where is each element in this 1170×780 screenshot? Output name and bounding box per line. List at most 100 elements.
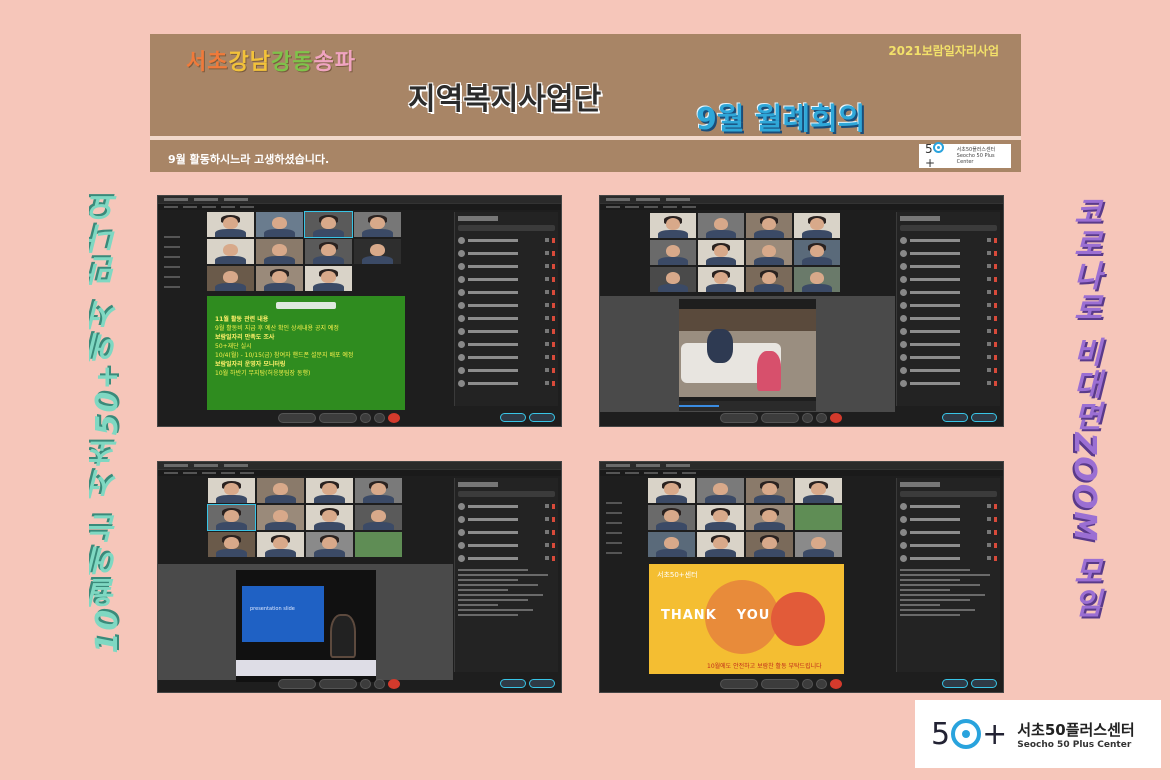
video-tile[interactable] [257,478,304,503]
invite-button[interactable] [500,413,526,422]
participant-row[interactable] [458,540,555,550]
video-tile[interactable] [306,532,353,557]
participant-row[interactable] [458,378,555,388]
participant-row[interactable] [458,274,555,284]
video-tile[interactable] [208,478,255,503]
video-tile[interactable] [305,266,352,291]
video-tile[interactable] [648,505,695,530]
participant-row[interactable] [458,326,555,336]
more-button[interactable] [816,679,827,689]
participant-row[interactable] [900,365,997,375]
invite-button[interactable] [942,413,968,422]
participant-row[interactable] [900,501,997,511]
participant-row[interactable] [900,352,997,362]
video-progress-bar[interactable] [679,401,816,411]
more-button[interactable] [816,413,827,423]
video-tile[interactable] [650,240,696,265]
video-tile[interactable] [355,532,402,557]
mute-button[interactable] [278,679,316,689]
end-button[interactable] [388,413,400,423]
video-tile[interactable] [207,266,254,291]
participant-row[interactable] [900,274,997,284]
video-tile[interactable] [698,213,744,238]
video-tile[interactable] [207,212,254,237]
mute-all-button[interactable] [971,679,997,688]
video-tile[interactable] [746,505,793,530]
participant-row[interactable] [900,287,997,297]
share-button[interactable] [802,413,813,423]
share-button[interactable] [360,679,371,689]
participant-row[interactable] [458,300,555,310]
shared-video[interactable] [679,299,816,411]
participant-row[interactable] [458,261,555,271]
video-tile[interactable] [795,478,842,503]
participant-search[interactable] [900,225,997,231]
share-button[interactable] [360,413,371,423]
video-tile[interactable] [306,505,353,530]
invite-button[interactable] [500,679,526,688]
video-tile[interactable] [256,239,303,264]
video-tile[interactable] [697,478,744,503]
video-tile[interactable] [256,212,303,237]
participant-row[interactable] [900,540,997,550]
mute-button[interactable] [720,679,758,689]
video-tile[interactable] [746,532,793,557]
participant-row[interactable] [458,514,555,524]
video-tile[interactable] [746,240,792,265]
participant-row[interactable] [900,339,997,349]
video-tile[interactable] [795,532,842,557]
video-tile[interactable] [794,213,840,238]
participant-row[interactable] [900,261,997,271]
participant-row[interactable] [458,553,555,563]
video-tile[interactable] [794,267,840,292]
video-tile[interactable] [650,267,696,292]
video-button[interactable] [319,679,357,689]
invite-button[interactable] [942,679,968,688]
participant-row[interactable] [458,352,555,362]
shared-presentation-video[interactable]: presentation slide [236,570,376,682]
video-button[interactable] [319,413,357,423]
video-tile[interactable] [256,266,303,291]
participant-row[interactable] [900,378,997,388]
mute-all-button[interactable] [529,413,555,422]
video-tile[interactable] [208,532,255,557]
end-button[interactable] [830,679,842,689]
share-button[interactable] [802,679,813,689]
participant-search[interactable] [458,225,555,231]
video-tile[interactable] [207,239,254,264]
participant-row[interactable] [900,313,997,323]
more-button[interactable] [374,679,385,689]
participant-row[interactable] [900,248,997,258]
video-tile[interactable] [746,267,792,292]
participant-row[interactable] [458,313,555,323]
more-button[interactable] [374,413,385,423]
participant-search[interactable] [900,491,997,497]
video-tile[interactable] [355,478,402,503]
participant-row[interactable] [458,527,555,537]
participant-row[interactable] [900,514,997,524]
video-tile[interactable] [304,211,353,238]
mute-all-button[interactable] [971,413,997,422]
video-tile[interactable] [746,213,792,238]
mute-button[interactable] [720,413,758,423]
video-tile[interactable] [794,240,840,265]
participant-row[interactable] [900,553,997,563]
video-tile[interactable] [650,213,696,238]
participant-row[interactable] [900,235,997,245]
video-tile[interactable] [354,239,401,264]
participant-search[interactable] [458,491,555,497]
mute-button[interactable] [278,413,316,423]
video-tile[interactable] [697,505,744,530]
video-tile[interactable] [698,267,744,292]
video-tile[interactable] [257,505,304,530]
video-tile[interactable] [648,532,695,557]
video-tile[interactable] [354,212,401,237]
participant-row[interactable] [458,501,555,511]
participant-row[interactable] [900,326,997,336]
video-tile[interactable] [697,532,744,557]
end-button[interactable] [388,679,400,689]
end-button[interactable] [830,413,842,423]
participant-row[interactable] [458,339,555,349]
video-button[interactable] [761,679,799,689]
video-tile[interactable] [306,478,353,503]
